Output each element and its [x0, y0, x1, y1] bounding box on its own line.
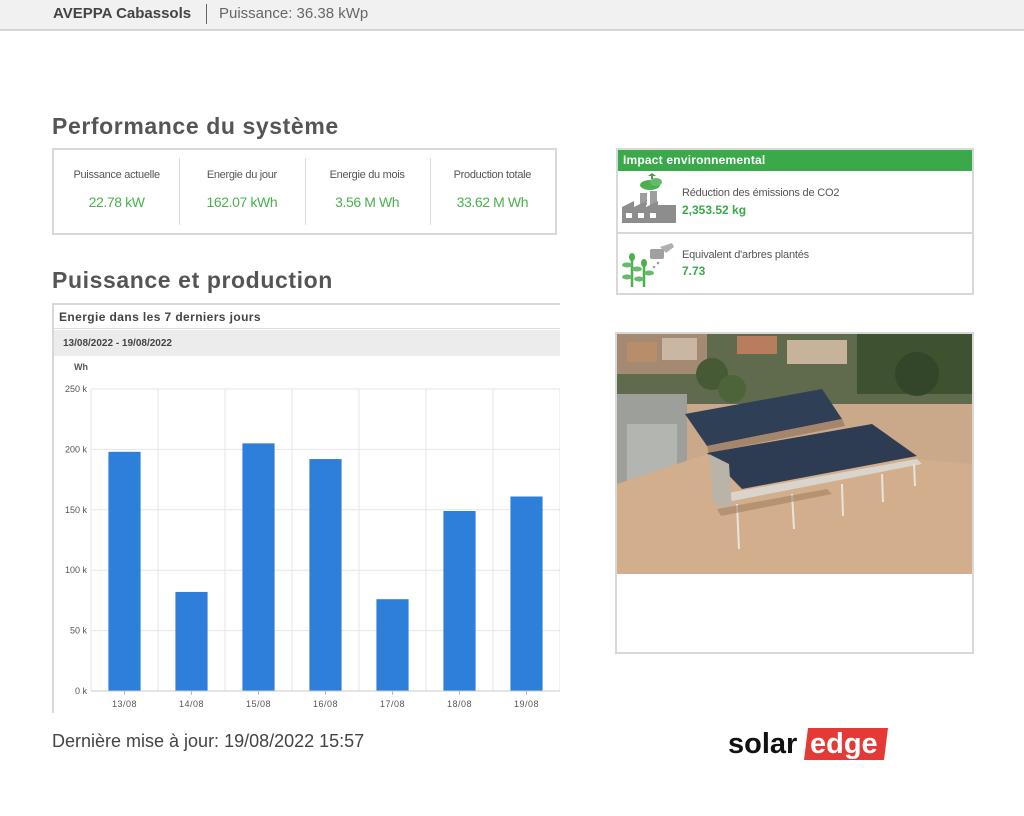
last-update-text: Dernière mise à jour: 19/08/2022 15:57 [52, 731, 365, 751]
kpi-total-production: Production totale 33.62 M Wh [429, 150, 555, 233]
logo-text-edge: edge [810, 728, 878, 760]
header-bar: AVEPPA Cabassols Puissance: 36.38 kWp [0, 0, 1024, 31]
kpi-label: Energie du jour [206, 169, 277, 181]
x-tick-label: 14/08 [179, 699, 204, 709]
kpi-daily-energy: Energie du jour 162.07 kWh [179, 150, 304, 233]
factory-icon [622, 173, 676, 223]
kpi-label: Energie du mois [329, 169, 405, 181]
header-divider [206, 4, 207, 24]
x-tick-label: 19/08 [514, 699, 539, 709]
kpi-value: 22.78 kW [88, 194, 145, 210]
env-item-trees: Equivalent d'arbres plantés 7.73 [618, 235, 972, 293]
chart-bar [242, 443, 275, 691]
peak-power-info: Puissance: 36.38 kWp [219, 5, 369, 22]
site-photo [617, 334, 972, 574]
y-tick-label: 0 k [75, 686, 88, 696]
y-axis-unit: Wh [74, 362, 88, 372]
chart-bar [443, 511, 476, 691]
env-value: 2,353.52 kg [682, 203, 747, 217]
y-tick-label: 50 k [70, 626, 88, 636]
environmental-impact-panel: Impact environnemental Réduction des émi… [616, 148, 974, 295]
chart-bar [309, 459, 342, 691]
kpi-monthly-energy: Energie du mois 3.56 M Wh [304, 150, 430, 233]
x-tick-label: 15/08 [246, 699, 271, 709]
kpi-value: 3.56 M Wh [335, 194, 400, 210]
env-label: Equivalent d'arbres plantés [682, 249, 809, 261]
performance-title: Performance du système [52, 113, 339, 139]
env-value: 7.73 [682, 264, 706, 278]
chart-bar [510, 496, 543, 691]
kpi-panel: Puissance actuelle 22.78 kW Energie du j… [52, 148, 557, 235]
y-tick-label: 100 k [65, 565, 88, 575]
env-item-co2: Réduction des émissions de CO2 2,353.52 … [618, 171, 972, 234]
site-name: AVEPPA Cabassols [53, 5, 192, 22]
energy-chart-panel: Energie dans les 7 derniers jours 13/08/… [52, 303, 560, 713]
chart-title: Energie dans les 7 derniers jours [54, 305, 560, 329]
production-title: Puissance et production [52, 267, 333, 293]
kpi-current-power: Puissance actuelle 22.78 kW [54, 150, 179, 233]
chart-bar [175, 591, 208, 691]
x-tick-label: 17/08 [380, 699, 405, 709]
kpi-label: Production totale [453, 169, 532, 181]
logo-text-solar: solar [728, 728, 797, 760]
x-tick-label: 18/08 [447, 699, 472, 709]
site-photo-panel [615, 332, 974, 654]
kpi-value: 162.07 kWh [206, 194, 278, 210]
energy-bar-chart: Wh 0 k 50 k 100 k 150 k 200 k 250 k 13/08 14/08 1… [65, 362, 560, 709]
kpi-value: 33.62 M Wh [456, 194, 529, 210]
chart-date-range: 13/08/2022 - 19/08/2022 [54, 330, 560, 356]
x-tick-label: 13/08 [112, 699, 137, 709]
env-title: Impact environnemental [618, 150, 972, 171]
x-tick-label: 16/08 [313, 699, 338, 709]
watering-can-plants-icon [622, 243, 674, 287]
env-label: Réduction des émissions de CO2 [682, 187, 840, 199]
kpi-label: Puissance actuelle [73, 169, 160, 181]
y-tick-label: 200 k [65, 444, 88, 454]
y-tick-label: 250 k [65, 384, 88, 394]
solaredge-logo: solar edge [728, 728, 888, 760]
chart-bar [376, 599, 409, 691]
chart-bar [108, 451, 141, 691]
y-tick-label: 150 k [65, 505, 88, 515]
